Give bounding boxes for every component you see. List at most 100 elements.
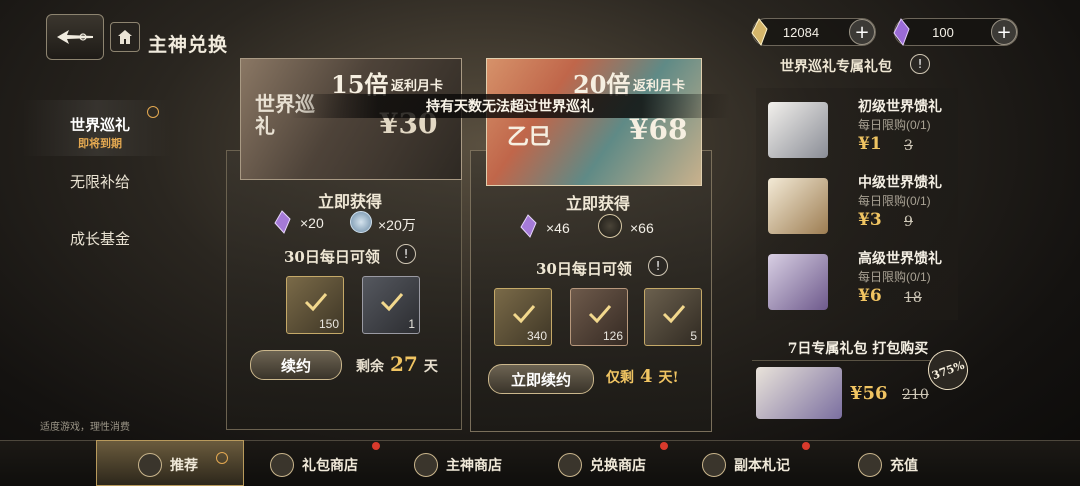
card2-reward-2: ×66 xyxy=(630,220,654,236)
renew-now-button[interactable]: 立即续约 xyxy=(488,364,594,394)
gift-box-icon xyxy=(768,102,828,158)
menu-item-label: 无限补给 xyxy=(69,173,130,191)
menu-item-growth-fund[interactable]: 成长基金 xyxy=(30,228,170,249)
notification-dot xyxy=(660,442,668,450)
card2-tag: 返利月卡 xyxy=(633,79,686,94)
nav-recommended[interactable]: 推荐 xyxy=(138,450,198,480)
menu-item-unlimited-supply[interactable]: 无限补给 xyxy=(30,171,170,192)
nav-label: 充值 xyxy=(890,458,918,474)
card1-reward-1: ×20 xyxy=(300,215,324,231)
card1-reward-2: ×20万 xyxy=(378,217,416,233)
flame-icon xyxy=(138,453,162,477)
add-purple-button[interactable]: + xyxy=(991,19,1017,45)
triangle-emblem-icon xyxy=(702,453,726,477)
card1-banner[interactable]: 15倍 返利月卡 世界巡礼 ¥30 xyxy=(240,58,462,180)
nav-exchange-shop[interactable]: 兑换商店 xyxy=(558,450,646,480)
bundle-old-price: 210 xyxy=(902,387,929,403)
currency-purple: 100 + xyxy=(891,17,1018,47)
slot-count: 150 xyxy=(318,317,339,331)
silver-coin-icon xyxy=(350,211,372,233)
gift-box-icon xyxy=(768,254,828,310)
check-icon xyxy=(588,305,612,324)
check-icon xyxy=(380,293,404,312)
purple-crystal-icon xyxy=(891,17,911,47)
crown-icon xyxy=(858,453,882,477)
info-icon[interactable]: ! xyxy=(648,256,668,276)
remain-prefix: 仅剩 xyxy=(606,370,634,386)
menu-item-world-pilgrimage[interactable]: 世界巡礼 即将到期 xyxy=(30,114,170,151)
card1-remaining: 剩余 27 天 xyxy=(356,352,438,376)
slot-count: 5 xyxy=(690,329,697,343)
footer-note: 适度游戏，理性消费 xyxy=(40,422,130,433)
nav-recharge[interactable]: 充值 xyxy=(858,450,918,480)
nav-gift-shop[interactable]: 礼包商店 xyxy=(270,450,358,480)
home-icon xyxy=(118,30,132,44)
page-title: 主神兑换 xyxy=(148,34,229,56)
expiring-soon-label: 即将到期 xyxy=(78,137,122,150)
lantern-item-icon xyxy=(598,214,622,238)
gift-row-intermediate[interactable]: 中级世界馈礼 每日限购(0/1) ¥3 9 xyxy=(760,172,955,240)
nav-label: 兑换商店 xyxy=(590,458,646,474)
add-gold-button[interactable]: + xyxy=(849,19,875,45)
card2-name: 乙巳 xyxy=(507,124,552,150)
clock-icon xyxy=(147,106,159,118)
remain-suffix: 天 xyxy=(423,359,438,375)
card2-banner[interactable]: 20倍 返利月卡 乙巳 ¥68 xyxy=(486,58,702,186)
gift-box-icon xyxy=(768,178,828,234)
gift-name: 初级世界馈礼 xyxy=(858,99,942,115)
gift-row-advanced[interactable]: 高级世界馈礼 每日限购(0/1) ¥6 18 xyxy=(760,248,955,316)
info-icon[interactable]: ! xyxy=(910,54,930,74)
home-button[interactable] xyxy=(110,22,140,52)
notification-dot xyxy=(372,442,380,450)
bundle-box-icon xyxy=(756,367,842,419)
slot-count: 126 xyxy=(602,329,623,343)
check-icon xyxy=(662,305,686,324)
daily-reward-slot: 150 xyxy=(286,276,344,334)
gift-row-basic[interactable]: 初级世界馈礼 每日限购(0/1) ¥1 3 xyxy=(760,96,955,164)
purple-crystal-icon xyxy=(272,210,292,234)
remain-days: 27 xyxy=(390,352,418,376)
card2-remaining: 仅剩 4 天! xyxy=(606,366,679,387)
check-icon xyxy=(512,305,536,324)
remain-prefix: 剩余 xyxy=(356,359,384,375)
nav-god-shop[interactable]: 主神商店 xyxy=(414,450,502,480)
nav-dungeon-notes[interactable]: 副本札记 xyxy=(702,450,790,480)
info-icon[interactable]: ! xyxy=(396,244,416,264)
nav-label: 推荐 xyxy=(170,458,198,474)
nav-label: 主神商店 xyxy=(446,458,502,474)
daily-reward-slot: 5 xyxy=(644,288,702,346)
nav-label: 礼包商店 xyxy=(302,458,358,474)
remain-days: 4 xyxy=(640,366,653,387)
gift-old-price: 3 xyxy=(904,138,913,154)
overlay-notice: 持有天数无法超过世界巡礼 xyxy=(290,94,730,118)
gift-price: ¥1 xyxy=(858,134,882,154)
god-emblem-icon xyxy=(414,453,438,477)
bundle-title: 7日专属礼包 打包购买 xyxy=(787,341,929,357)
arrow-back-icon xyxy=(57,30,93,44)
gift-limit: 每日限购(0/1) xyxy=(858,118,931,132)
back-button[interactable] xyxy=(46,14,104,60)
gift-icon xyxy=(270,453,294,477)
bundle-price: ¥56 xyxy=(850,383,888,404)
purple-crystal-icon xyxy=(518,214,538,238)
check-icon xyxy=(304,293,328,312)
gold-crystal-icon xyxy=(749,17,769,47)
daily-reward-slot: 340 xyxy=(494,288,552,346)
notification-dot xyxy=(802,442,810,450)
daily-reward-slot: 1 xyxy=(362,276,420,334)
gift-old-price: 18 xyxy=(904,290,922,306)
card1-tag: 返利月卡 xyxy=(391,79,444,94)
scale-icon xyxy=(558,453,582,477)
card2-daily-label: 30日每日可领 xyxy=(536,260,632,278)
gift-old-price: 9 xyxy=(904,214,913,230)
slot-count: 1 xyxy=(408,317,415,331)
card2-get-label: 立即获得 xyxy=(566,194,631,213)
gift-price: ¥3 xyxy=(858,210,882,230)
remain-suffix: 天! xyxy=(658,370,679,386)
card2-reward-1: ×46 xyxy=(546,220,570,236)
currency-gold: 12084 + xyxy=(749,17,876,47)
gift-limit: 每日限购(0/1) xyxy=(858,270,931,284)
gift-limit: 每日限购(0/1) xyxy=(858,194,931,208)
renew-button[interactable]: 续约 xyxy=(250,350,342,380)
nav-label: 副本札记 xyxy=(734,458,790,474)
